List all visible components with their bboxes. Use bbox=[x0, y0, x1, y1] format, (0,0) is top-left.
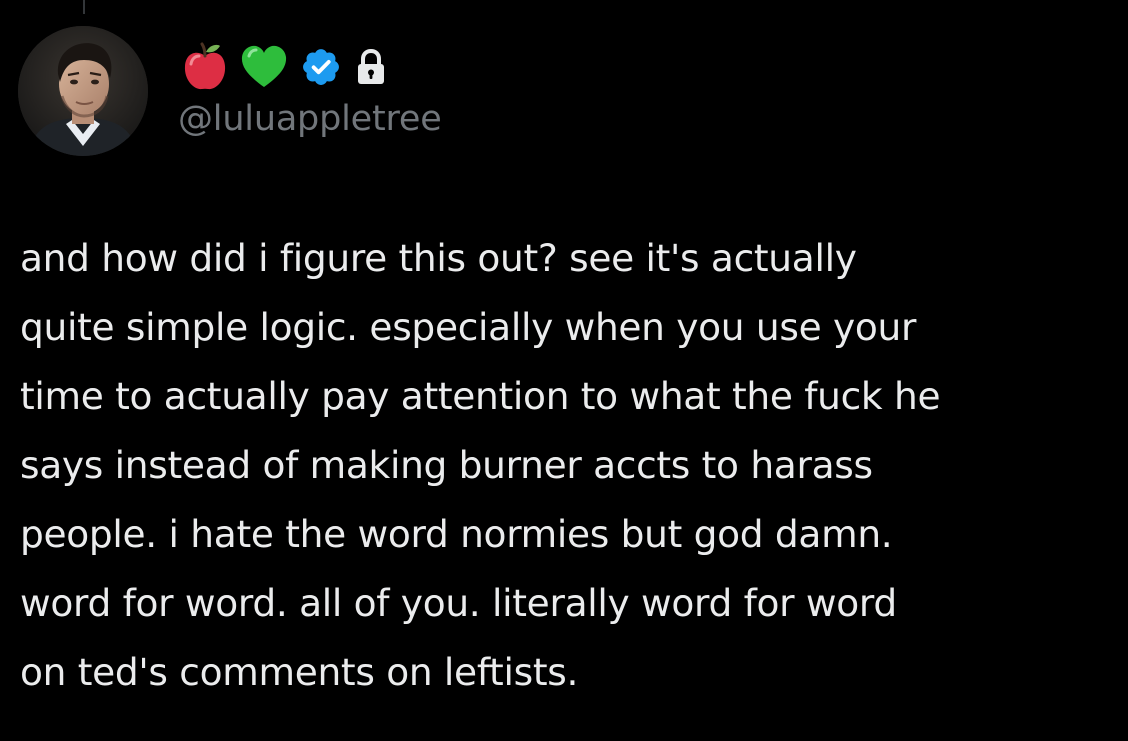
author-info: @luluappletree bbox=[178, 37, 442, 139]
verified-badge-icon[interactable] bbox=[300, 46, 342, 88]
tweet-header: @luluappletree bbox=[18, 26, 442, 156]
tweet-text: and how did i figure this out? see it's … bbox=[20, 236, 941, 694]
display-name-emojis[interactable] bbox=[178, 37, 442, 97]
avatar[interactable] bbox=[18, 26, 148, 156]
lock-icon bbox=[354, 48, 388, 86]
avatar-image bbox=[18, 26, 148, 156]
red-apple-icon bbox=[178, 40, 232, 94]
green-heart-icon bbox=[238, 41, 290, 93]
thread-connector-line bbox=[83, 0, 85, 14]
author-handle[interactable]: @luluappletree bbox=[178, 99, 442, 139]
